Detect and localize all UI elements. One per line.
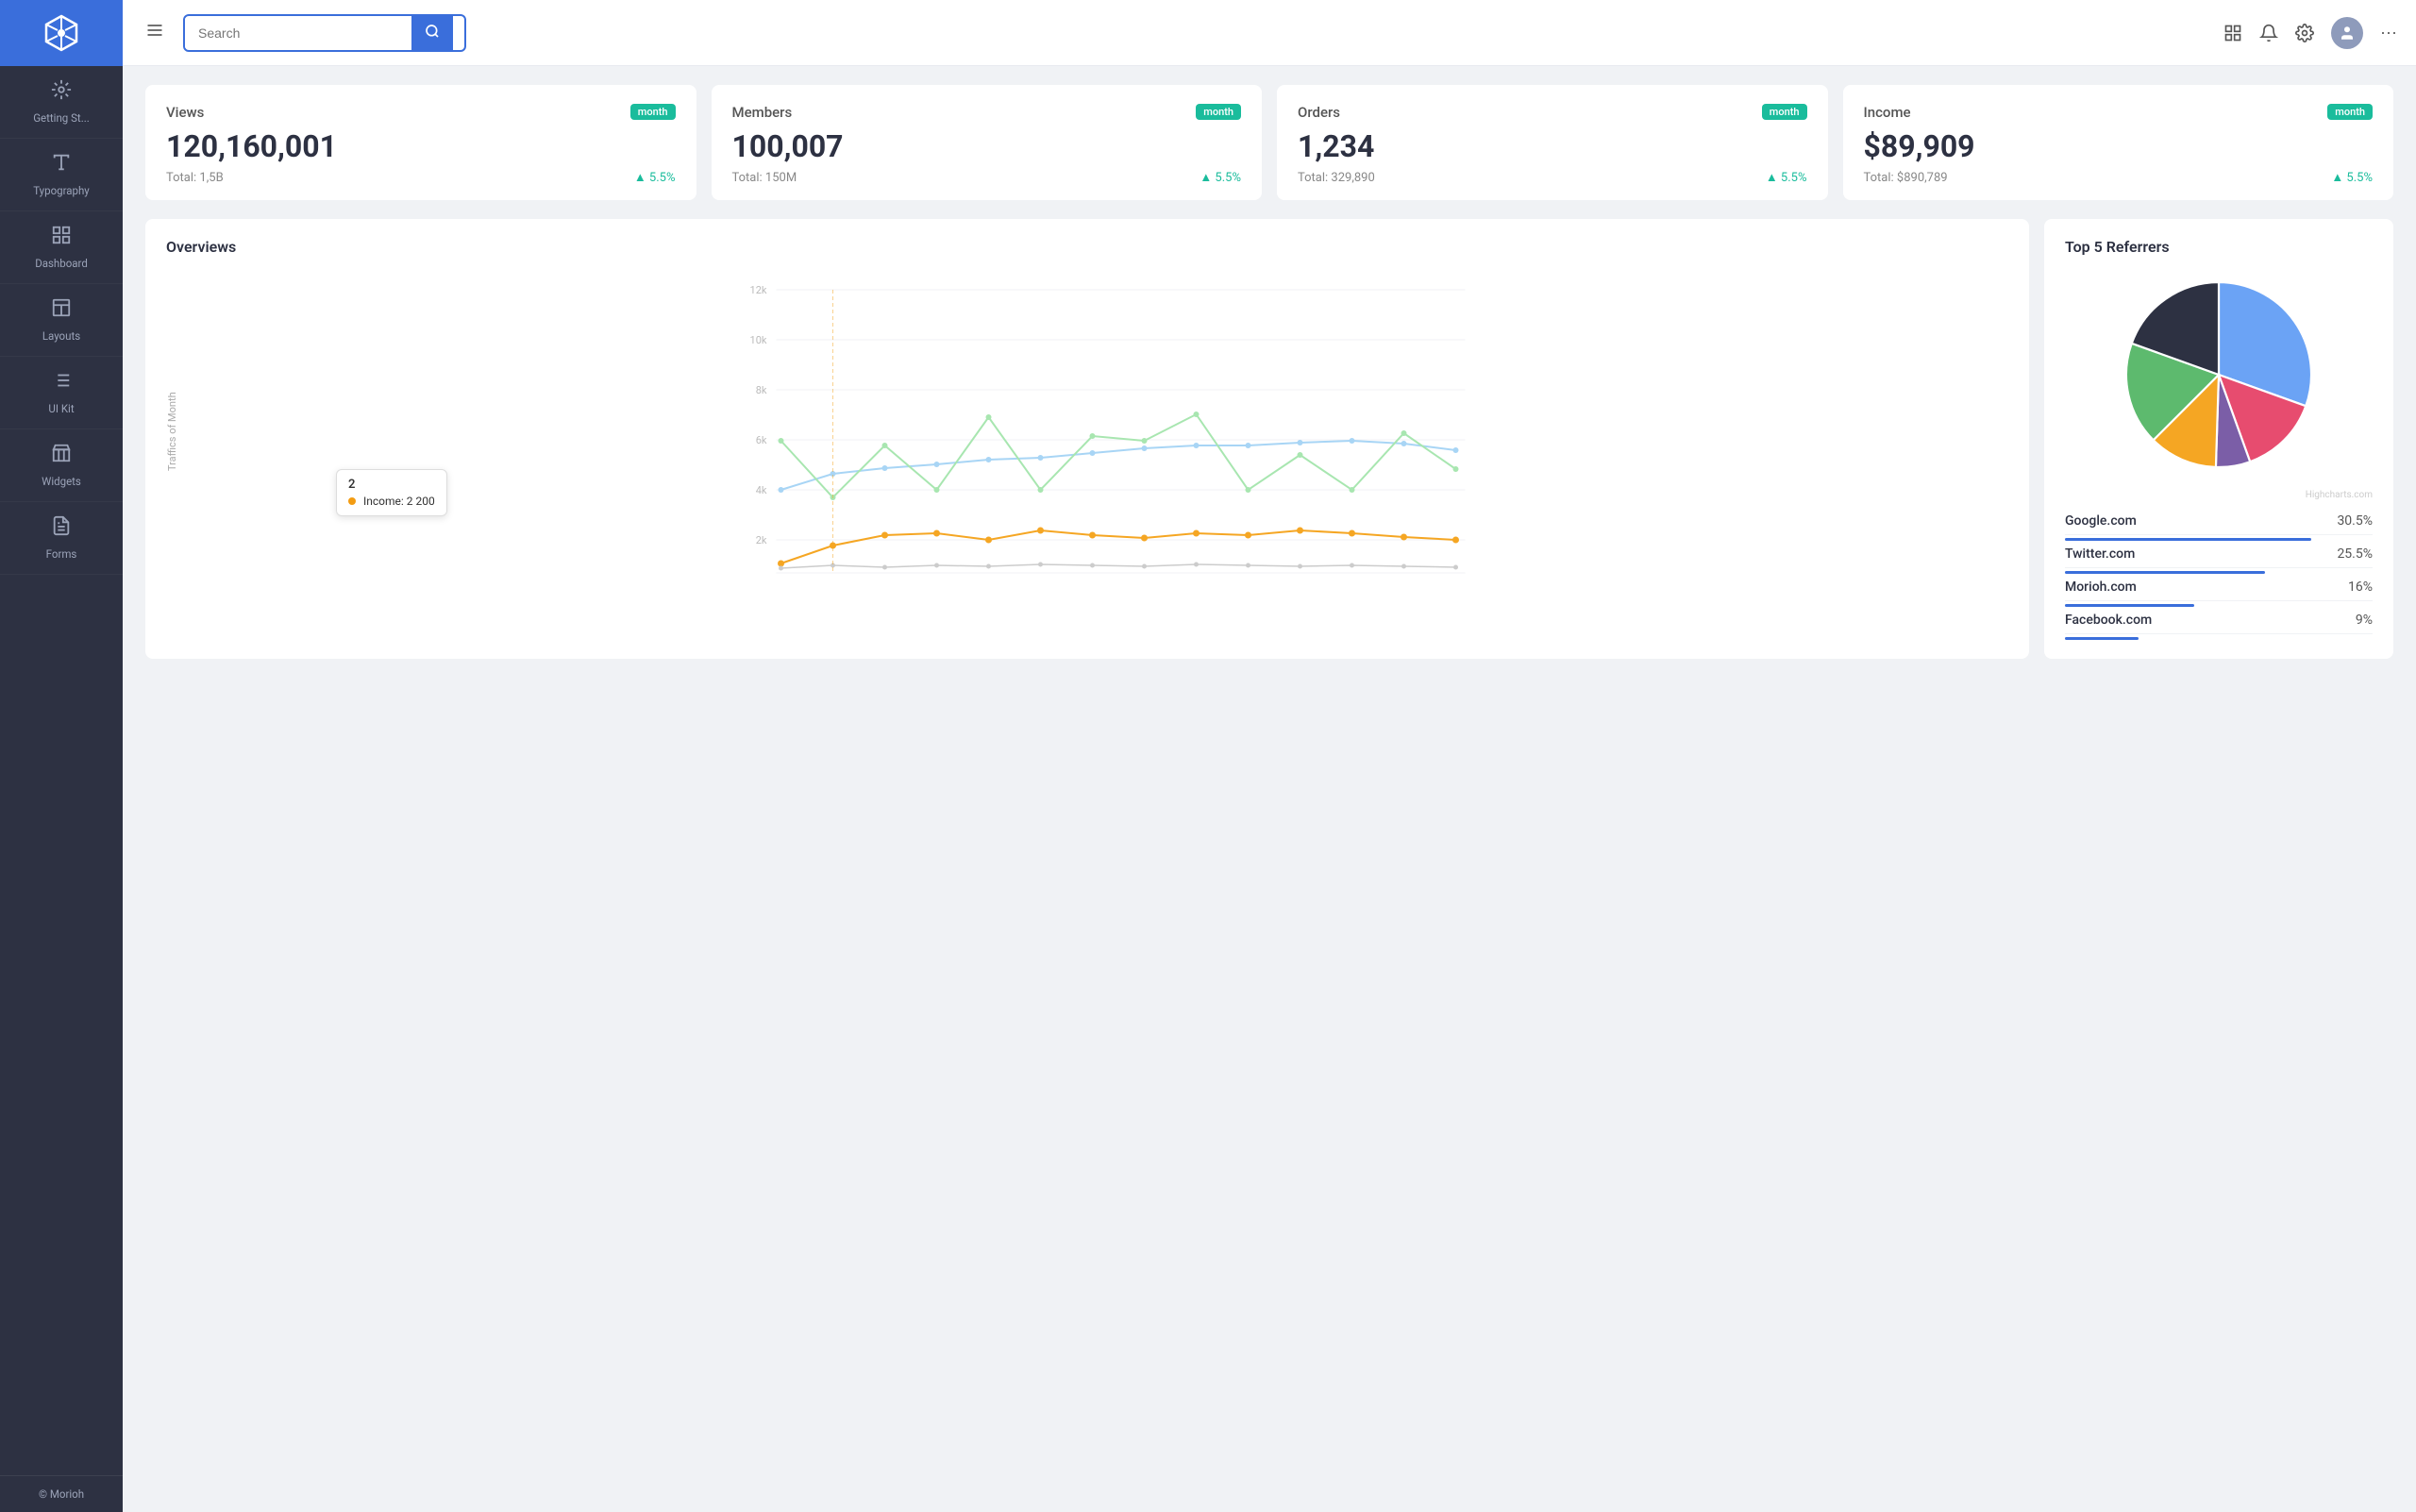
forms-icon [51, 515, 72, 542]
getting-started-icon [51, 79, 72, 106]
stat-card-views: Views month 120,160,001 Total: 1,5B ▲ 5.… [145, 85, 696, 200]
charts-row: Overviews Traffics of Month 12k 10k [145, 219, 2393, 659]
stat-value-orders: 1,234 [1298, 128, 1807, 164]
referrer-pct: 30.5% [2337, 513, 2373, 529]
stat-total-orders: Total: 329,890 [1298, 171, 1375, 185]
notifications-button[interactable] [2259, 24, 2278, 42]
stat-total-members: Total: 150M [732, 171, 797, 185]
stats-row: Views month 120,160,001 Total: 1,5B ▲ 5.… [145, 85, 2393, 200]
referrer-name: Facebook.com [2065, 613, 2152, 628]
main-content: ··· Views month 120,160,001 Total: 1,5B … [123, 0, 2416, 1512]
svg-text:6k: 6k [756, 434, 767, 446]
search-button[interactable] [411, 16, 453, 50]
stat-total-income: Total: $890,789 [1864, 171, 1948, 185]
y-axis-label: Traffics of Month [166, 290, 178, 573]
search-container [183, 14, 466, 52]
dashboard-label: Dashboard [35, 257, 88, 270]
stat-title-members: Members [732, 104, 793, 121]
svg-text:2k: 2k [756, 534, 767, 546]
referrer-name: Morioh.com [2065, 580, 2137, 595]
sidebar-item-layouts[interactable]: Layouts [0, 284, 123, 357]
widgets-icon [51, 443, 72, 469]
referrers-title: Top 5 Referrers [2065, 238, 2373, 256]
search-input[interactable] [185, 18, 411, 48]
stat-badge-members: month [1196, 104, 1241, 120]
svg-text:8k: 8k [756, 384, 767, 396]
pie-container [2065, 271, 2373, 479]
layouts-label: Layouts [42, 329, 80, 343]
stat-title-views: Views [166, 104, 204, 121]
stat-value-income: $89,909 [1864, 128, 2374, 164]
layouts-icon [51, 297, 72, 324]
stat-change-income: ▲ 5.5% [2331, 170, 2373, 185]
referrer-pct: 9% [2356, 613, 2373, 628]
ui-kit-icon [51, 370, 72, 396]
referrer-row-facebook-com: Facebook.com 9% [2065, 607, 2373, 640]
sidebar-item-getting-started[interactable]: Getting St... [0, 66, 123, 139]
stat-card-members: Members month 100,007 Total: 150M ▲ 5.5% [712, 85, 1263, 200]
referrer-pct: 25.5% [2337, 546, 2373, 562]
header: ··· [123, 0, 2416, 66]
stat-change-orders: ▲ 5.5% [1766, 170, 1807, 185]
pie-chart [2115, 271, 2323, 479]
settings-button[interactable] [2295, 24, 2314, 42]
sidebar-item-typography[interactable]: Typography [0, 139, 123, 211]
typography-label: Typography [33, 184, 90, 197]
referrers-card: Top 5 Referrers Highcharts.com Google.co… [2044, 219, 2393, 659]
stat-title-orders: Orders [1298, 104, 1340, 121]
referrer-row-twitter-com: Twitter.com 25.5% [2065, 541, 2373, 574]
referrers-list: Google.com 30.5% Twitter.com 25.5% Morio… [2065, 508, 2373, 640]
stat-change-members: ▲ 5.5% [1200, 170, 1241, 185]
overview-title: Overviews [166, 238, 2008, 256]
forms-label: Forms [46, 547, 77, 561]
ui-kit-label: UI Kit [48, 402, 74, 415]
widgets-label: Widgets [42, 475, 81, 488]
stat-badge-income: month [2327, 104, 2373, 120]
stat-badge-orders: month [1762, 104, 1807, 120]
dashboard-icon [51, 225, 72, 251]
getting-started-label: Getting St... [33, 111, 90, 125]
referrer-pct: 16% [2348, 580, 2373, 595]
highcharts-credit: Highcharts.com [2065, 490, 2373, 500]
sidebar-item-ui-kit[interactable]: UI Kit [0, 357, 123, 429]
content-area: Views month 120,160,001 Total: 1,5B ▲ 5.… [123, 66, 2416, 1512]
hamburger-button[interactable] [142, 17, 168, 49]
typography-icon [51, 152, 72, 178]
sidebar-item-dashboard[interactable]: Dashboard [0, 211, 123, 284]
more-options-button[interactable]: ··· [2380, 23, 2397, 42]
grid-view-button[interactable] [2223, 24, 2242, 42]
avatar[interactable] [2331, 17, 2363, 49]
svg-text:10k: 10k [750, 334, 767, 346]
stat-card-orders: Orders month 1,234 Total: 329,890 ▲ 5.5% [1277, 85, 1828, 200]
svg-text:4k: 4k [756, 484, 767, 496]
sidebar-footer: © Morioh [0, 1475, 123, 1512]
referrer-row-google-com: Google.com 30.5% [2065, 508, 2373, 541]
stat-total-views: Total: 1,5B [166, 171, 224, 185]
referrer-name: Google.com [2065, 513, 2137, 529]
stat-value-views: 120,160,001 [166, 128, 676, 164]
referrer-row-morioh-com: Morioh.com 16% [2065, 574, 2373, 607]
sidebar-logo[interactable] [0, 0, 123, 66]
overview-svg: 12k 10k 8k 6k 4k 2k [186, 271, 2008, 592]
stat-badge-views: month [630, 104, 676, 120]
stat-title-income: Income [1864, 104, 1911, 121]
svg-text:12k: 12k [750, 284, 767, 296]
referrer-name: Twitter.com [2065, 546, 2135, 562]
stat-card-income: Income month $89,909 Total: $890,789 ▲ 5… [1843, 85, 2394, 200]
sidebar-item-forms[interactable]: Forms [0, 502, 123, 575]
stat-value-members: 100,007 [732, 128, 1242, 164]
sidebar: Getting St... Typography Dashboard Layou… [0, 0, 123, 1512]
sidebar-item-widgets[interactable]: Widgets [0, 429, 123, 502]
stat-change-views: ▲ 5.5% [634, 170, 676, 185]
referrer-bar [2065, 637, 2139, 640]
header-icons: ··· [2223, 17, 2397, 49]
overview-chart-card: Overviews Traffics of Month 12k 10k [145, 219, 2029, 659]
